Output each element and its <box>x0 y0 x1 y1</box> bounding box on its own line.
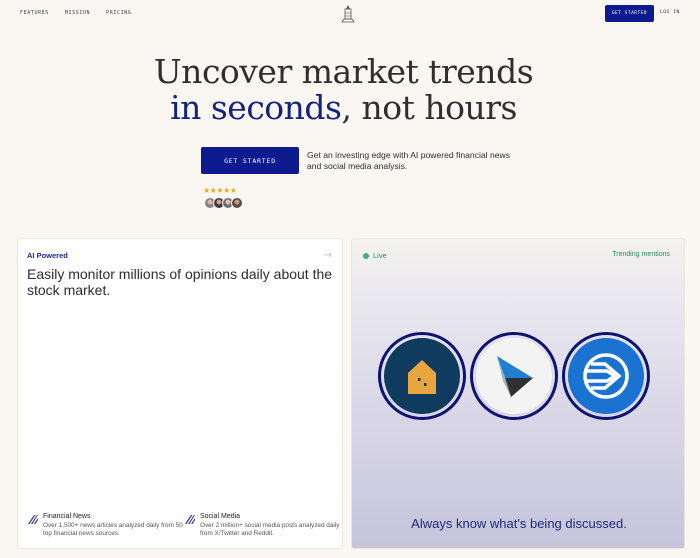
hero-subtitle: Get an investing edge with AI powered fi… <box>307 150 511 171</box>
nav-links: FEATURES MISSION PRICING <box>20 10 131 16</box>
stripes-icon <box>28 515 38 524</box>
ticker-logo-3[interactable] <box>562 332 650 420</box>
stripes-icon <box>185 515 195 524</box>
hero-title-accent: in seconds <box>170 88 342 127</box>
feature-desc: Over 1,500+ news articles analyzed daily… <box>43 522 183 538</box>
card-tagline: Always know what's being discussed. <box>411 516 627 531</box>
live-dot-icon <box>363 252 369 259</box>
lines-logo-icon <box>568 338 644 414</box>
user-avatars <box>204 197 243 209</box>
live-label: Live <box>373 251 387 260</box>
arrow-right-icon[interactable]: → <box>324 250 332 261</box>
nav-get-started-button[interactable]: GET STARTED <box>605 5 654 22</box>
ticker-logo-1[interactable] <box>378 332 466 420</box>
ticker-logo-2[interactable] <box>470 332 558 420</box>
feature-desc: Over 2 million+ social media posts analy… <box>200 522 340 538</box>
ai-powered-card: AI Powered → Easily monitor millions of … <box>17 238 343 549</box>
rating-stars: ★★★★★ <box>203 186 237 195</box>
hero-title-line1: Uncover market trends <box>153 52 534 91</box>
play-logo-icon <box>476 338 552 414</box>
nav-login-link[interactable]: LOG IN <box>660 10 680 15</box>
brand-logo-icon[interactable] <box>340 4 356 24</box>
top-nav: FEATURES MISSION PRICING GET STARTED LOG… <box>0 0 700 28</box>
hero-title-line2: in seconds, not hours <box>0 90 687 126</box>
trending-mentions-label: Trending mentions <box>612 251 670 258</box>
avatar <box>231 197 243 209</box>
nav-link-features[interactable]: FEATURES <box>20 10 49 16</box>
card-headline: Easily monitor millions of opinions dail… <box>27 266 333 298</box>
trending-card: Live Trending mentions Always know what'… <box>351 238 685 549</box>
feature-title: Social Media <box>200 513 241 520</box>
nav-link-mission[interactable]: MISSION <box>65 10 90 16</box>
hero-title: Uncover market trends in seconds, not ho… <box>0 54 687 126</box>
live-indicator: Live <box>363 251 387 260</box>
house-logo-icon <box>384 338 460 414</box>
hero-title-rest: , not hours <box>341 88 518 127</box>
card-tag: AI Powered <box>27 251 68 260</box>
nav-link-pricing[interactable]: PRICING <box>106 10 131 16</box>
feature-title: Financial News <box>43 513 91 520</box>
hero-get-started-button[interactable]: GET STARTED <box>201 147 299 174</box>
